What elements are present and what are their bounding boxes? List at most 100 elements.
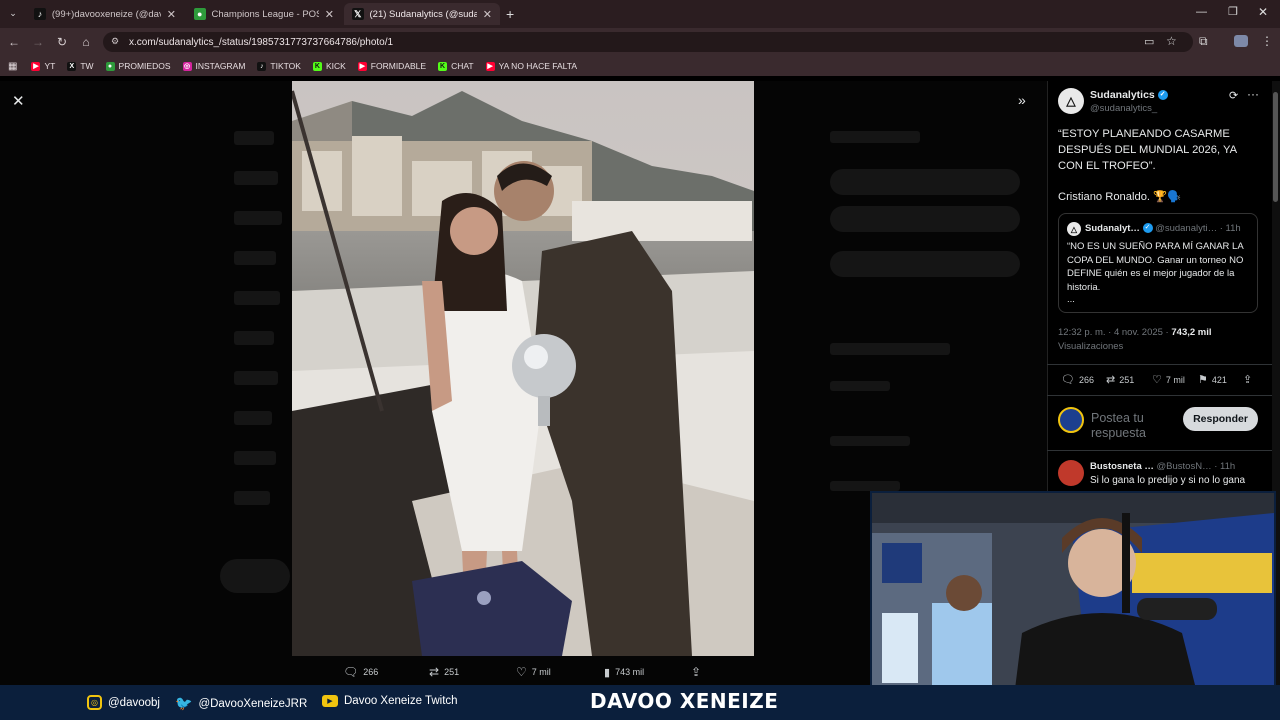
close-tab-icon[interactable]: ✕ [167,8,176,21]
reply-author-avatar[interactable] [1058,460,1084,486]
close-tab-icon[interactable]: ✕ [483,8,492,21]
divider [1047,364,1272,365]
bookmark-label: YT [44,61,56,71]
site-info-icon[interactable]: ⚙ [111,36,119,47]
reply-input[interactable]: Postea tu respuesta [1091,411,1181,441]
reply-text: Si lo gana lo predijo y si no lo gana [1090,475,1246,486]
reply-stat[interactable]: 🗨 266 [1061,373,1094,386]
address-bar[interactable]: ⚙ x.com/sudanalytics_/status/19857317737… [103,32,1193,52]
social-instagram: ◎ @davoobj [87,695,160,710]
photo-share-action[interactable]: ⇪ [691,664,701,680]
bookmark-instagram[interactable]: ◎ INSTAGRAM [182,61,245,71]
quoted-text: “NO ES UN SUEÑO PARA MÍ GANAR LA COPA DE… [1067,241,1244,293]
bookmark-yt[interactable]: ▶ YT [31,61,55,71]
scrollbar-thumb[interactable] [1273,92,1278,202]
verified-badge-icon: ✓ [1157,90,1168,101]
reply-header: Bustosneta … @BustosN… · 11h [1090,461,1235,472]
photo-like-action[interactable]: ♡ 7 mil [516,664,551,680]
twitter-handle: @DavooXeneizeJRR [198,697,308,710]
quoted-avatar: △ [1067,222,1081,236]
more-options-icon[interactable]: ··· [1247,87,1259,101]
like-stat[interactable]: ♡ 7 mil [1152,373,1185,386]
tweet-timestamp[interactable]: 12:32 p. m. · 4 nov. 2025 · [1058,327,1169,338]
webcam-overlay [870,491,1276,715]
promiedos-icon: ● [105,61,115,71]
photo-reply-action[interactable]: 🗨 266 [343,664,378,680]
author-name-row[interactable]: Sudanalytics ✓ [1090,89,1168,101]
quoted-time: · 11h [1219,223,1241,234]
x-icon: X [67,61,77,71]
extensions-icon[interactable]: ⧉ [1199,34,1208,49]
share-icon: ⇪ [1243,374,1253,386]
reply-author[interactable]: Bustosneta … [1090,461,1154,472]
expand-panel-icon[interactable]: » [1018,92,1026,108]
bookmark-chat[interactable]: K CHAT [438,61,474,71]
instagram-icon: ◎ [182,61,192,71]
views-count: 743 mil [615,667,645,677]
bookmark-formidable[interactable]: ▶ FORMIDABLE [357,61,426,71]
reload-icon[interactable]: ↻ [54,34,70,50]
repost-icon: ⇄ [429,665,440,679]
bookmark-stat[interactable]: ⚑ 421 [1198,373,1227,386]
bookmark-label: PROMIEDOS [118,61,171,71]
youtube-channel: Davoo Xeneize Twitch [344,695,458,707]
bookmark-tw[interactable]: X TW [67,61,94,71]
social-youtube: ▶ Davoo Xeneize Twitch [322,695,458,707]
views-icon: ▮ [604,666,611,679]
reply-handle: @BustosN… [1156,461,1212,472]
twitter-bird-icon: 🐦 [175,695,193,711]
bookmark-kick[interactable]: K KICK [312,61,346,71]
tab-search-icon[interactable]: ⌄ [6,6,20,20]
home-icon[interactable]: ⌂ [78,34,94,50]
grok-icon[interactable]: ⟳ [1229,89,1238,102]
reply-count: 266 [1078,374,1094,385]
author-avatar[interactable]: △ [1058,88,1084,114]
share-icon: ⇪ [691,665,702,679]
bookmark-ya-no-hace-falta[interactable]: ▶ YA NO HACE FALTA [485,61,577,71]
forward-icon[interactable]: → [30,34,46,50]
tab-tiktok[interactable]: ♪ (99+)davooxeneize (@davooxe ✕ [26,3,184,25]
back-icon[interactable]: ← [6,34,22,50]
minimize-icon[interactable]: — [1196,6,1207,18]
photo-views-action[interactable]: ▮ 743 mil [604,664,644,680]
social-twitter: 🐦 @DavooXeneizeJRR [175,695,307,712]
photo-repost-action[interactable]: ⇄ 251 [429,664,459,680]
tweet-photo[interactable] [292,81,754,656]
tiktok-icon: ♪ [34,8,46,20]
tab-champions-league[interactable]: ● Champions League - POSICION ✕ [186,3,342,25]
like-count: 7 mil [1165,374,1185,385]
new-tab-icon[interactable]: + [506,6,514,22]
share-stat[interactable]: ⇪ [1243,373,1252,386]
reply-icon: 🗨 [1061,374,1075,386]
close-tab-icon[interactable]: ✕ [325,8,334,21]
quoted-tweet[interactable]: △ Sudanalyt… ✓ @sudanalyti… · 11h “NO ES… [1058,213,1258,313]
bookmark-label: CHAT [451,61,474,71]
bookmark-promiedos[interactable]: ● PROMIEDOS [105,61,171,71]
bookmark-tiktok[interactable]: ♪ TIKTOK [257,61,301,71]
close-window-icon[interactable]: ✕ [1258,5,1268,19]
divider [1047,395,1272,396]
restore-icon[interactable]: ❐ [1228,5,1238,18]
kick-icon: K [438,61,448,71]
youtube-icon: ▶ [485,61,495,71]
reply-button[interactable]: Responder [1183,407,1258,431]
profile-avatar[interactable] [1234,35,1248,47]
tab-sudanalytics[interactable]: 𝕏 (21) Sudanalytics (@sudanalyti ✕ [344,3,500,25]
repost-icon: ⇄ [1106,374,1116,386]
author-name: Sudanalytics [1090,89,1155,101]
author-handle[interactable]: @sudanalytics_ [1090,103,1157,114]
youtube-icon: ▶ [31,61,41,71]
repost-stat[interactable]: ⇄ 251 [1106,373,1134,386]
quoted-handle: @sudanalyti… [1155,223,1218,234]
close-modal-icon[interactable]: ✕ [12,92,28,110]
menu-icon[interactable]: ⋮ [1261,34,1273,48]
streamer-brand: DAVOO XENEIZE [590,689,779,713]
url-text: x.com/sudanalytics_/status/1985731773737… [129,36,394,48]
tweet-meta: 12:32 p. m. · 4 nov. 2025 · 743,2 mil [1058,327,1212,338]
heart-icon: ♡ [1152,374,1162,386]
apps-grid-icon[interactable]: ▦ [8,61,17,72]
cast-icon[interactable]: ▭ [1144,35,1154,48]
bookmark-icon: ⚑ [1198,374,1208,386]
bookmark-star-icon[interactable]: ☆ [1166,34,1177,48]
user-avatar [1058,407,1084,433]
